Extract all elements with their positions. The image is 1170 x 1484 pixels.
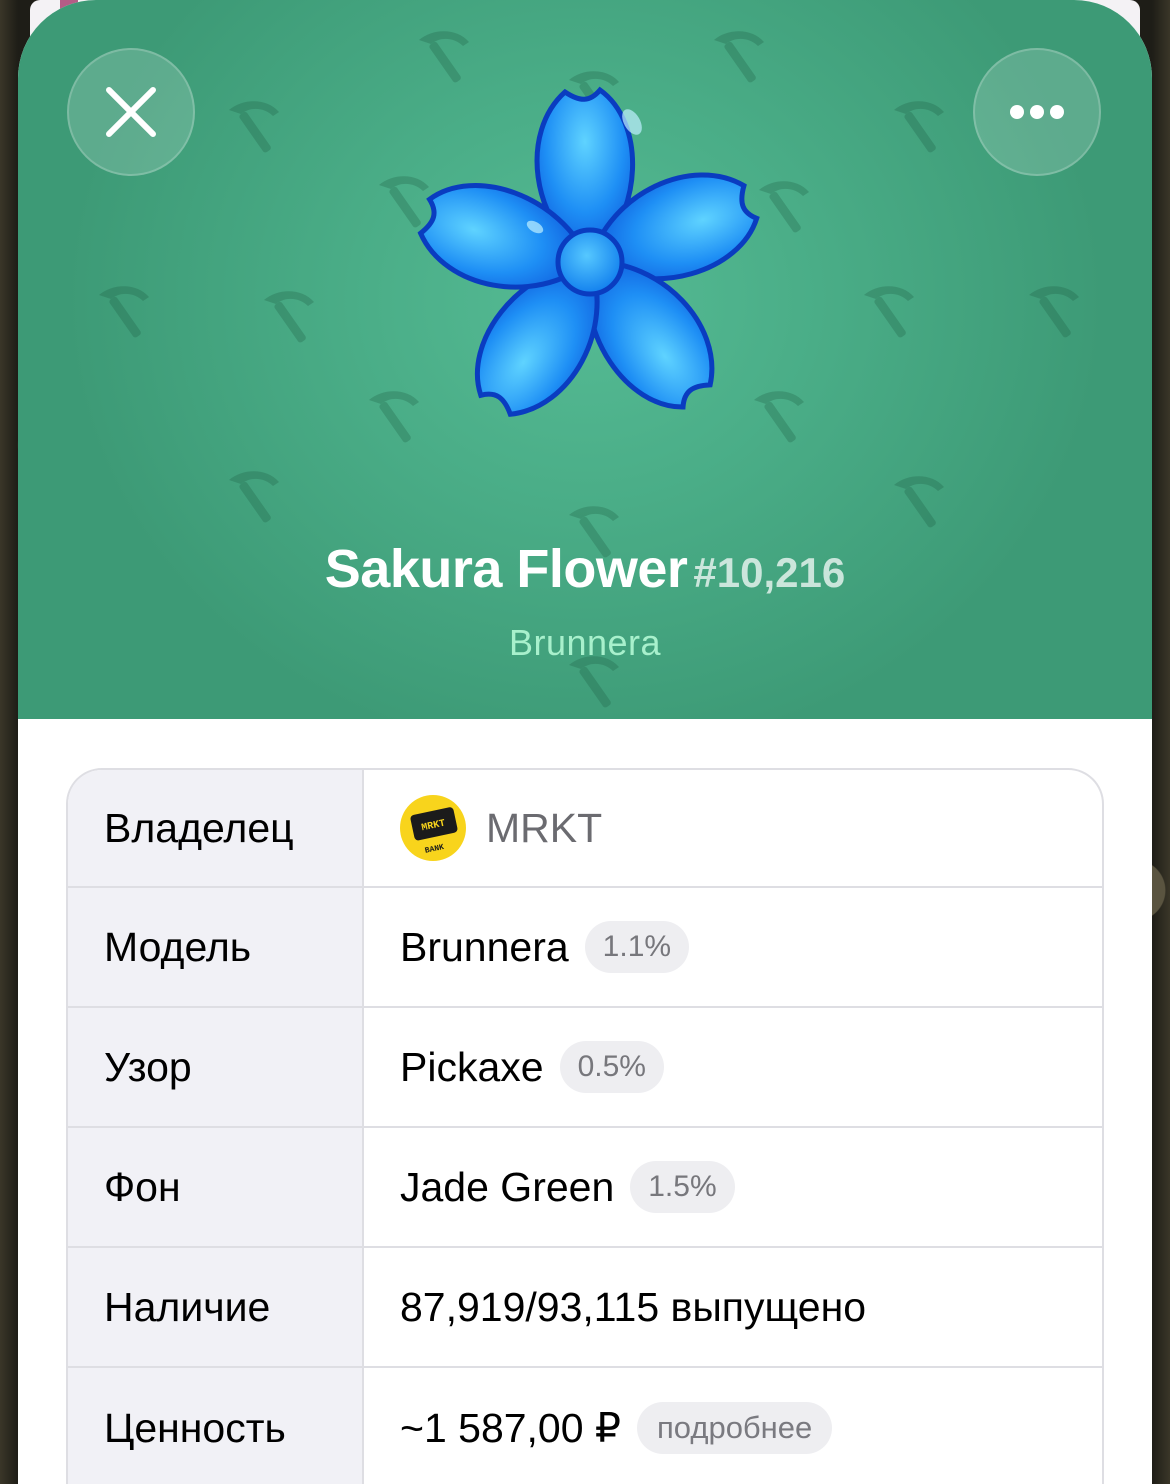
model-row: Модель Brunnera 1.1% [68, 888, 1102, 1008]
more-options-button[interactable] [973, 48, 1101, 176]
pickaxe-icon [99, 286, 149, 339]
pattern-label: Узор [68, 1008, 364, 1126]
more-details-button[interactable]: подробнее [637, 1402, 833, 1454]
svg-text:BANK: BANK [424, 843, 445, 856]
owner-label: Владелец [68, 770, 364, 886]
backdrop-name: Jade Green [400, 1163, 615, 1210]
pickaxe-icon [264, 291, 314, 344]
gift-details-sheet: Sakura Flower #10,216 Brunnera Владелец M… [18, 0, 1152, 1484]
model-name: Brunnera [400, 923, 569, 970]
pickaxe-icon [714, 31, 764, 84]
close-icon [106, 87, 156, 137]
value-row: Ценность ~1 587,00 ₽ подробнее [68, 1368, 1102, 1484]
availability-row: Наличие 87,919/93,115 выпущено [68, 1248, 1102, 1368]
pickaxe-icon [894, 476, 944, 529]
gift-number: #10,216 [693, 549, 846, 596]
pickaxe-icon [569, 656, 619, 709]
availability-value: 87,919/93,115 выпущено [400, 1283, 867, 1330]
more-horizontal-icon [1010, 105, 1064, 119]
backdrop-rarity-badge[interactable]: 1.5% [630, 1161, 735, 1213]
pickaxe-icon [229, 471, 279, 524]
gift-title: Sakura Flower #10,216 [18, 538, 1152, 600]
model-rarity-badge[interactable]: 1.1% [584, 921, 690, 973]
gift-hero: Sakura Flower #10,216 Brunnera [18, 0, 1152, 719]
owner-avatar[interactable]: MRKT BANK [400, 795, 466, 861]
pickaxe-icon [864, 286, 914, 339]
pattern-rarity-badge[interactable]: 0.5% [559, 1041, 664, 1093]
pickaxe-icon [419, 31, 469, 84]
pickaxe-icon [1029, 286, 1079, 339]
pickaxe-icon [894, 101, 944, 154]
backdrop-value: Jade Green 1.5% [364, 1128, 1102, 1246]
value-cell: ~1 587,00 ₽ подробнее [364, 1368, 1102, 1484]
pickaxe-icon [229, 101, 279, 154]
value-amount: ~1 587,00 ₽ [400, 1405, 622, 1451]
model-label: Модель [68, 888, 364, 1006]
owner-value[interactable]: MRKT BANK MRKT [364, 770, 1102, 886]
backdrop-label: Фон [68, 1128, 364, 1246]
gift-model-subtitle: Brunnera [508, 622, 662, 663]
gift-details-table: Владелец MRKT BANK MRKT Модель Brunnera … [66, 768, 1104, 1484]
mrkt-bank-logo: MRKT BANK [410, 807, 458, 856]
blue-flower-icon [417, 86, 760, 417]
pattern-value: Pickaxe 0.5% [364, 1008, 1102, 1126]
close-button[interactable] [67, 48, 195, 176]
availability-label: Наличие [68, 1248, 364, 1366]
gift-name: Sakura Flower [324, 539, 688, 599]
owner-name[interactable]: MRKT [486, 805, 602, 852]
value-label: Ценность [68, 1368, 364, 1484]
pattern-name: Pickaxe [400, 1043, 544, 1090]
backdrop-row: Фон Jade Green 1.5% [68, 1128, 1102, 1248]
owner-row: Владелец MRKT BANK MRKT [68, 770, 1102, 888]
model-value: Brunnera 1.1% [364, 888, 1102, 1006]
pattern-row: Узор Pickaxe 0.5% [68, 1008, 1102, 1128]
